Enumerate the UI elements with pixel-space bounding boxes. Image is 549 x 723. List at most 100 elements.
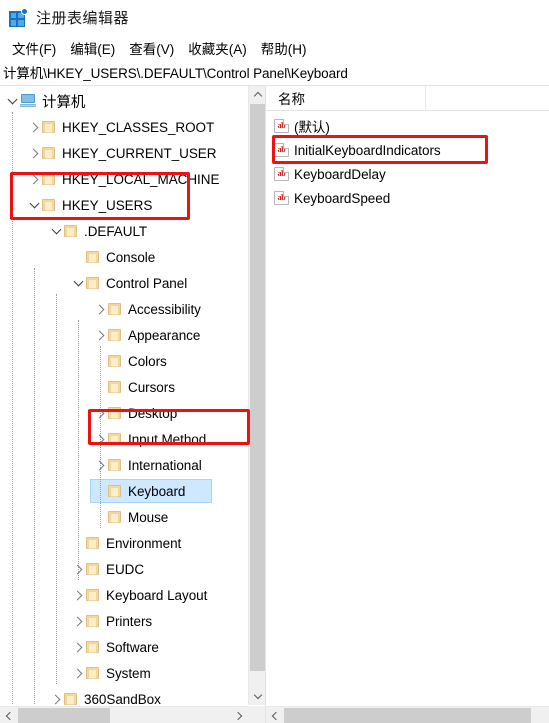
value-row[interactable]: ab KeyboardSpeed [266,186,549,210]
chevron-right-icon[interactable] [92,296,108,322]
chevron-right-icon[interactable] [70,608,86,634]
tree-item-label: .DEFAULT [84,223,148,239]
tree-guide-line [56,294,57,684]
chevron-down-icon[interactable] [48,218,64,244]
tree-item-label: Accessibility [128,301,201,317]
scroll-down-arrow-icon[interactable] [249,688,265,705]
tree-item-international[interactable]: International [0,452,248,478]
tree-item-cursors[interactable]: Cursors [0,374,248,400]
folder-icon [108,458,122,472]
tree-item-label: Environment [106,535,182,551]
folder-icon [86,588,100,602]
values-scroll-left-arrow-icon[interactable] [266,707,283,723]
registry-editor-icon [8,8,28,28]
string-value-icon: ab [274,119,289,133]
tree-horizontal-scrollbar[interactable] [0,706,248,723]
tree-item-keyboard-layout[interactable]: Keyboard Layout [0,582,248,608]
tree-vscroll-thumb[interactable] [250,104,265,671]
scroll-up-arrow-icon[interactable] [249,86,265,103]
values-horizontal-scrollbar[interactable] [266,706,549,723]
chevron-down-icon[interactable] [70,270,86,296]
menu-help[interactable]: 帮助(H) [254,36,314,60]
tree-item-hkey-current-user[interactable]: HKEY_CURRENT_USER [0,140,248,166]
folder-icon [108,484,122,498]
folder-icon [64,692,78,705]
tree-item-system[interactable]: System [0,660,248,686]
tree-item-360sandbox[interactable]: 360SandBox [0,686,248,705]
chevron-right-icon[interactable] [48,686,64,705]
chevron-right-icon[interactable] [26,166,42,192]
menu-view[interactable]: 查看(V) [122,36,181,60]
value-row[interactable]: ab (默认) [266,114,549,138]
tree-item-hkey-classes-root[interactable]: HKEY_CLASSES_ROOT [0,114,248,140]
tree-item-label: HKEY_CURRENT_USER [62,145,217,161]
chevron-right-icon[interactable] [70,582,86,608]
tree-item-control-panel[interactable]: Control Panel [0,270,248,296]
chevron-right-icon[interactable] [70,634,86,660]
tree-guide-line [12,112,13,705]
chevron-right-icon[interactable] [26,140,42,166]
tree-item-label: EUDC [106,561,145,577]
tree-item-label: Keyboard Layout [106,587,208,603]
chevron-right-icon[interactable] [92,400,108,426]
folder-icon [86,614,100,628]
value-row[interactable]: ab InitialKeyboardIndicators [266,138,549,162]
tree-vertical-scrollbar[interactable] [248,86,265,705]
chevron-down-icon[interactable] [26,192,42,218]
chevron-right-icon[interactable] [70,556,86,582]
address-bar[interactable]: 计算机\HKEY_USERS\.DEFAULT\Control Panel\Ke… [0,59,549,86]
chevron-right-icon[interactable] [70,660,86,686]
column-header-name[interactable]: 名称 [266,86,426,111]
folder-icon [108,302,122,316]
values-hscroll-thumb[interactable] [284,708,531,723]
chevron-right-icon[interactable] [92,426,108,452]
menu-edit[interactable]: 编辑(E) [63,36,122,60]
tree-item-eudc[interactable]: EUDC [0,556,248,582]
value-row[interactable]: ab KeyboardDelay [266,162,549,186]
chevron-down-icon[interactable] [4,88,20,114]
tree-hscroll-thumb[interactable] [18,708,110,723]
chevron-right-icon[interactable] [92,452,108,478]
tree-item-keyboard[interactable]: Keyboard [0,478,248,504]
registry-path: 计算机\HKEY_USERS\.DEFAULT\Control Panel\Ke… [3,66,348,81]
tree-item-default[interactable]: .DEFAULT [0,218,248,244]
menu-file[interactable]: 文件(F) [5,36,63,60]
tree-item-label: Console [106,249,156,265]
folder-icon [42,146,56,160]
tree-item-label: Cursors [128,379,175,395]
chevron-right-icon[interactable] [92,322,108,348]
tree-item-printers[interactable]: Printers [0,608,248,634]
tree-item-hkey-users[interactable]: HKEY_USERS [0,192,248,218]
folder-icon [86,666,100,680]
tree-item-label: Colors [128,353,167,369]
tree-item-label: HKEY_CLASSES_ROOT [62,119,215,135]
scroll-left-arrow-icon[interactable] [0,707,17,723]
chevron-right-icon[interactable] [26,114,42,140]
string-value-icon: ab [274,167,289,181]
scroll-right-arrow-icon[interactable] [231,707,248,723]
tree-item-label: HKEY_USERS [62,197,153,213]
tree-item-colors[interactable]: Colors [0,348,248,374]
folder-icon [108,354,122,368]
tree-item-hkey-local-machine[interactable]: HKEY_LOCAL_MACHINE [0,166,248,192]
tree-item-software[interactable]: Software [0,634,248,660]
tree-item-accessibility[interactable]: Accessibility [0,296,248,322]
tree-item-appearance[interactable]: Appearance [0,322,248,348]
tree-item-desktop[interactable]: Desktop [0,400,248,426]
folder-icon [86,562,100,576]
values-column-header: 名称 [266,86,549,111]
tree-item-console[interactable]: Console [0,244,248,270]
window-title: 注册表编辑器 [36,9,130,27]
menu-favorites[interactable]: 收藏夹(A) [181,36,254,60]
tree-item-mouse[interactable]: Mouse [0,504,248,530]
tree-item-input-method[interactable]: Input Method [0,426,248,452]
tree-item-[interactable]: 计算机 [0,88,248,114]
string-value-icon: ab [274,143,289,157]
tree-item-label: 360SandBox [84,691,161,706]
tree-item-environment[interactable]: Environment [0,530,248,556]
